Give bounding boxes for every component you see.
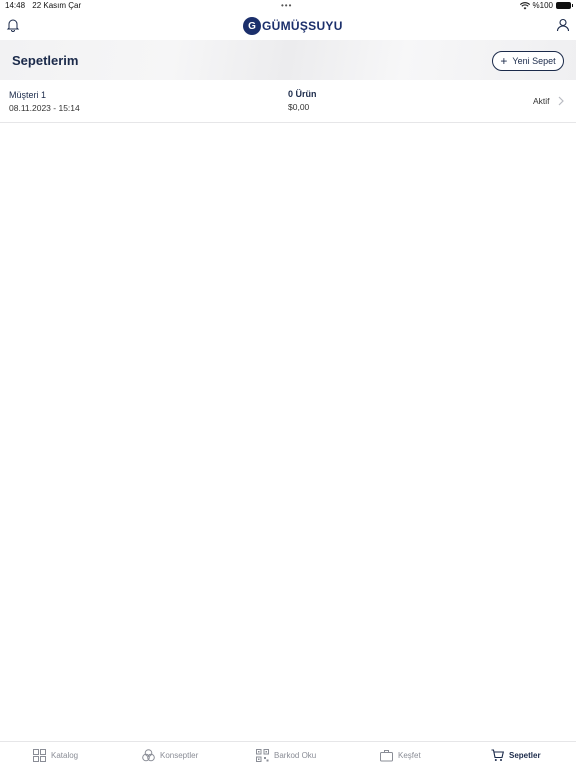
new-cart-button[interactable]: + Yeni Sepet xyxy=(492,51,564,71)
wifi-icon xyxy=(519,1,530,9)
status-date: 22 Kasım Çar xyxy=(32,1,82,10)
cart-icon xyxy=(491,748,504,761)
qr-code-icon xyxy=(256,748,269,762)
briefcase-icon xyxy=(380,749,393,761)
page-title: Sepetlerim xyxy=(12,53,79,68)
brand-logo: G GÜMÜŞSUYU xyxy=(243,16,343,36)
logo-mark: G xyxy=(243,17,261,35)
tab-katalog[interactable]: Katalog xyxy=(33,748,78,762)
bell-icon[interactable] xyxy=(6,18,20,32)
tab-bar: Katalog Konseptler Barkod Oku Keşfet Sep… xyxy=(0,741,576,768)
page-header: Sepetlerim + Yeni Sepet xyxy=(0,40,576,80)
multitasking-dots-icon[interactable]: ••• xyxy=(281,1,292,10)
battery-percent: %100 xyxy=(532,1,553,10)
logo-text: GÜMÜŞSUYU xyxy=(262,19,343,33)
battery-icon xyxy=(556,2,573,9)
status-left: 14:48 22 Kasım Çar xyxy=(5,1,86,10)
chevron-right-icon xyxy=(558,96,564,106)
tab-label: Konseptler xyxy=(160,750,199,760)
tab-label: Barkod Oku xyxy=(274,750,317,760)
user-icon[interactable] xyxy=(556,18,570,32)
circles-icon xyxy=(142,748,155,761)
cart-date: 08.11.2023 - 15:14 xyxy=(9,103,80,113)
tab-konseptler[interactable]: Konseptler xyxy=(142,748,198,762)
tab-kesfet[interactable]: Keşfet xyxy=(380,748,421,762)
cart-total: $0,00 xyxy=(288,102,310,112)
new-cart-label: Yeni Sepet xyxy=(512,56,556,66)
plus-icon: + xyxy=(500,54,508,68)
tab-barkod-oku[interactable]: Barkod Oku xyxy=(256,748,316,762)
cart-item-count: 0 Ürün xyxy=(288,89,317,99)
grid-icon xyxy=(33,748,46,762)
tab-label: Sepetler xyxy=(509,750,541,760)
status-bar: 14:48 22 Kasım Çar ••• %100 xyxy=(0,0,576,12)
tab-label: Katalog xyxy=(51,750,79,760)
cart-customer-name: Müşteri 1 xyxy=(9,90,47,100)
tab-label: Keşfet xyxy=(398,750,421,760)
tab-sepetler[interactable]: Sepetler xyxy=(491,748,541,762)
cart-status: Aktif xyxy=(533,96,550,106)
status-time: 14:48 xyxy=(5,1,26,10)
top-bar: G GÜMÜŞSUYU xyxy=(0,12,576,40)
status-right: %100 xyxy=(519,1,573,10)
cart-list-item[interactable]: Müşteri 1 08.11.2023 - 15:14 0 Ürün $0,0… xyxy=(0,80,576,123)
